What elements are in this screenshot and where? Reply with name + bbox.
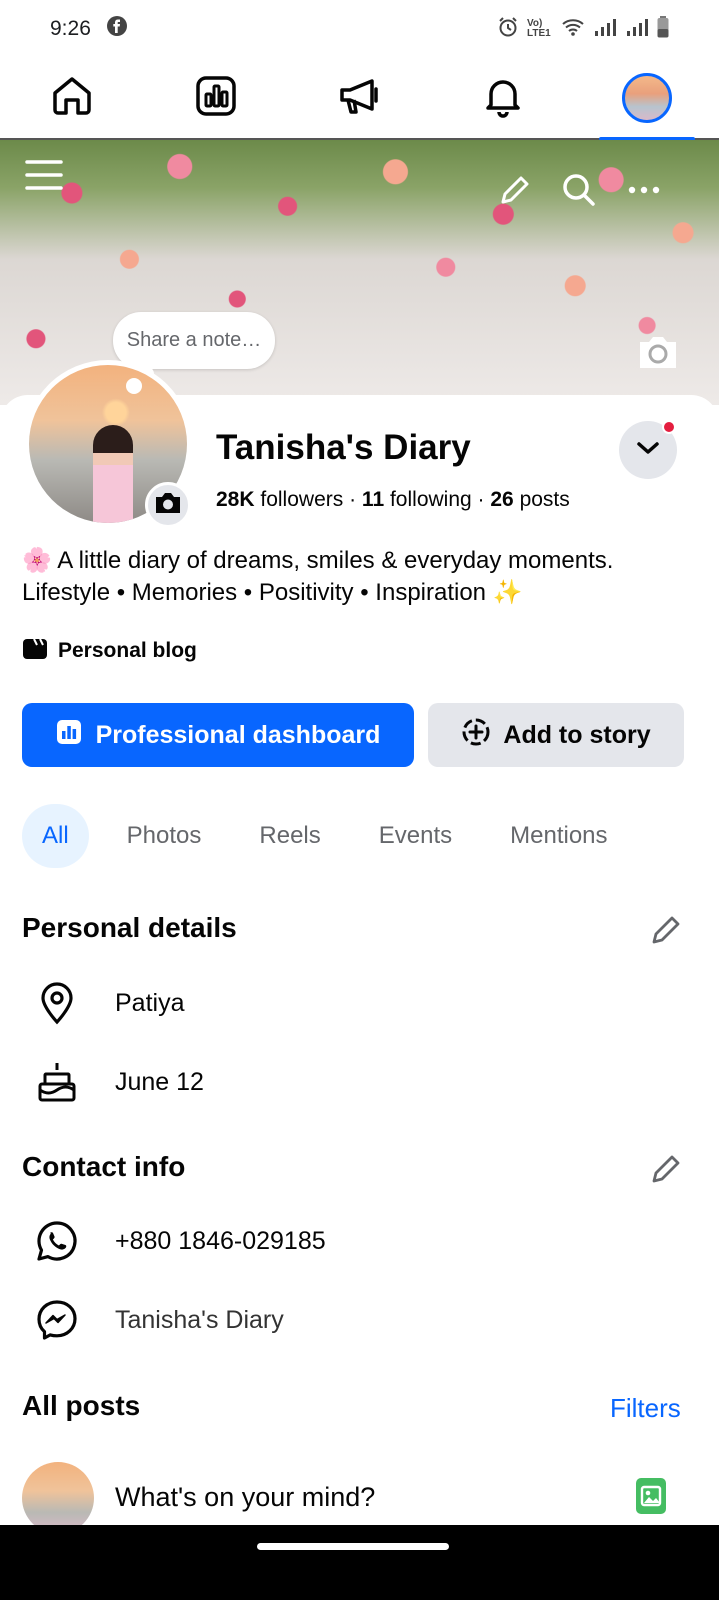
- tab-mentions[interactable]: Mentions: [490, 804, 627, 868]
- top-nav: [0, 57, 719, 141]
- professional-dashboard-label: Professional dashboard: [95, 720, 381, 749]
- edit-contact-info-icon[interactable]: [646, 1149, 686, 1189]
- messenger-text: Tanisha's Diary: [115, 1305, 284, 1334]
- bio-line: 🌸 A little diary of dreams, smiles & eve…: [22, 547, 614, 574]
- cover-camera-icon[interactable]: [636, 332, 680, 372]
- phone-row[interactable]: +880 1846-029185: [34, 1218, 326, 1264]
- birthday-row[interactable]: June 12: [34, 1059, 204, 1105]
- alarm-icon: [497, 16, 519, 43]
- share-note-bubble[interactable]: Share a note…: [113, 312, 275, 369]
- camera-icon: [154, 491, 182, 520]
- followers-count[interactable]: 28K: [216, 488, 255, 511]
- dashboard-icon: [194, 74, 238, 123]
- search-icon[interactable]: [561, 172, 597, 208]
- posts-count: 26: [490, 488, 514, 511]
- profile-category: Personal blog: [22, 636, 197, 666]
- phone-text: +880 1846-029185: [115, 1226, 326, 1255]
- followers-label[interactable]: followers: [260, 488, 343, 511]
- birthday-text: June 12: [115, 1067, 204, 1096]
- personal-details-title: Personal details: [22, 912, 237, 943]
- nav-ads[interactable]: [309, 57, 409, 139]
- facebook-icon: [106, 16, 127, 42]
- add-story-icon: [461, 717, 491, 754]
- wifi-icon: [561, 17, 585, 42]
- photo-icon[interactable]: [636, 1478, 666, 1514]
- nav-dashboard[interactable]: [166, 57, 266, 139]
- status-time: 9:26: [50, 17, 91, 40]
- add-to-story-button[interactable]: Add to story: [428, 703, 684, 767]
- tab-events[interactable]: Events: [359, 804, 472, 868]
- all-posts-title: All posts: [22, 1390, 141, 1421]
- whatsapp-icon: [34, 1218, 80, 1264]
- menu-icon[interactable]: [24, 155, 64, 195]
- nav-profile[interactable]: [597, 57, 697, 141]
- notification-dot: [662, 420, 676, 434]
- edit-personal-details-icon[interactable]: [646, 910, 686, 950]
- profile-bio: 🌸 A little diary of dreams, smiles & eve…: [22, 545, 702, 609]
- avatar-figure: [93, 425, 133, 523]
- blog-icon: [22, 636, 48, 666]
- system-navigation-bar: [0, 1525, 719, 1600]
- home-icon: [50, 74, 94, 123]
- following-label[interactable]: following: [390, 488, 472, 511]
- chevron-down-icon: [636, 440, 660, 461]
- category-label: Personal blog: [58, 639, 197, 662]
- nav-notifications[interactable]: [453, 57, 553, 139]
- following-count[interactable]: 11: [362, 488, 384, 511]
- messenger-row[interactable]: Tanisha's Diary: [34, 1297, 284, 1343]
- avatar-camera-button[interactable]: [145, 482, 191, 528]
- battery-icon: [657, 15, 669, 43]
- volte-icon: Vo) LTE1: [527, 18, 551, 39]
- profile-avatar: [622, 73, 673, 123]
- signal-icon: [625, 17, 649, 42]
- contact-info-title: Contact info: [22, 1151, 186, 1182]
- post-composer-input[interactable]: What's on your mind?: [115, 1482, 375, 1513]
- location-text: Patiya: [115, 988, 185, 1017]
- add-to-story-label: Add to story: [503, 720, 651, 749]
- bell-icon: [481, 74, 525, 123]
- dashboard-icon: [56, 719, 82, 752]
- composer-avatar[interactable]: [22, 1462, 94, 1534]
- signal-icon: [593, 17, 617, 42]
- nav-home[interactable]: [22, 57, 122, 139]
- tab-reels[interactable]: Reels: [239, 804, 340, 868]
- profile-tabs: All Photos Reels Events Mentions: [22, 804, 646, 868]
- home-indicator[interactable]: [257, 1543, 449, 1550]
- filters-link[interactable]: Filters: [610, 1393, 681, 1424]
- status-bar: 9:26 Vo) LTE1: [0, 0, 719, 58]
- location-pin-icon: [34, 980, 80, 1026]
- bio-line: Lifestyle • Memories • Positivity • Insp…: [22, 579, 523, 606]
- tab-photos[interactable]: Photos: [107, 804, 222, 868]
- location-row[interactable]: Patiya: [34, 980, 184, 1026]
- birthday-cake-icon: [34, 1059, 80, 1105]
- page-title: Tanisha's Diary: [216, 428, 471, 467]
- profile-stats: 28K followers · 11 following · 26 posts: [216, 488, 570, 511]
- posts-label: posts: [519, 488, 570, 511]
- edit-cover-icon[interactable]: [498, 173, 532, 207]
- more-icon[interactable]: [627, 176, 661, 204]
- tab-all[interactable]: All: [22, 804, 89, 868]
- messenger-icon: [34, 1297, 80, 1343]
- note-bubble-dot: [126, 378, 142, 394]
- megaphone-icon: [337, 74, 381, 123]
- professional-dashboard-button[interactable]: Professional dashboard: [22, 703, 414, 767]
